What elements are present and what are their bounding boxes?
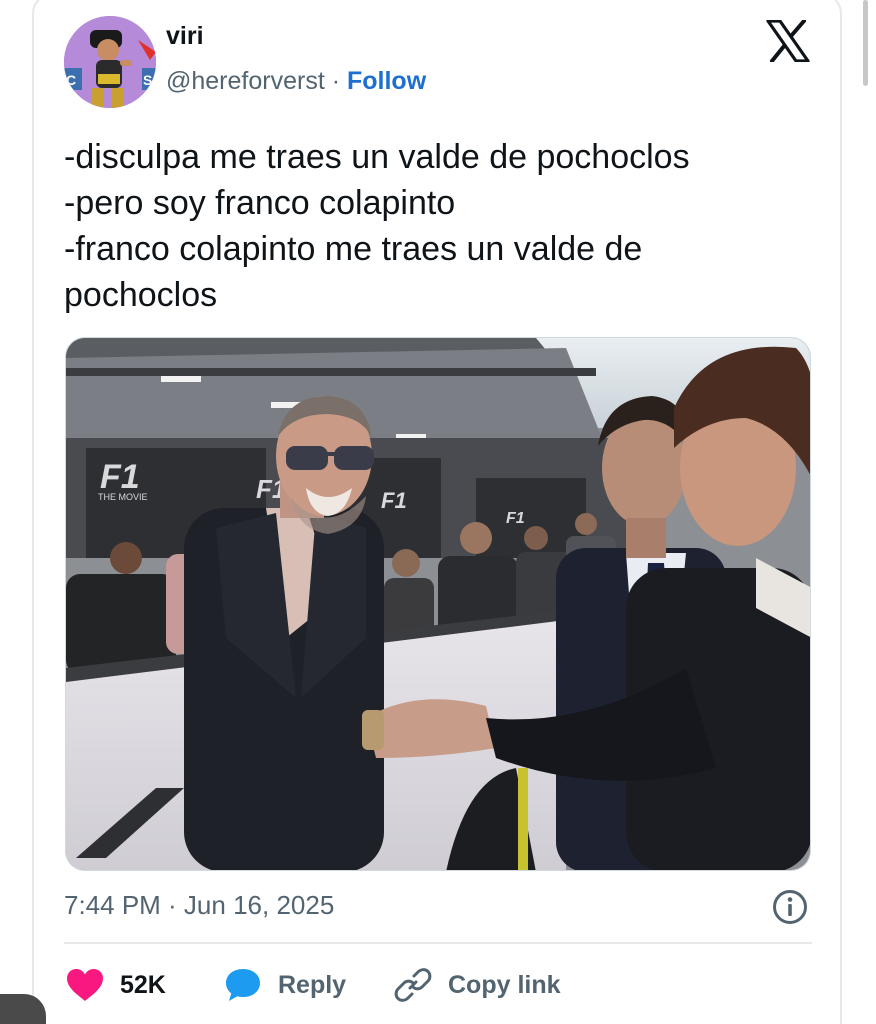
copy-link-button[interactable]: Copy link	[394, 962, 561, 1008]
tweet-media-photo[interactable]: F1 F1 F1 F1 THE MOVIE	[65, 337, 811, 871]
page-scrollbar[interactable]	[863, 0, 868, 86]
photo-illustration: F1 F1 F1 F1 THE MOVIE	[66, 338, 810, 870]
media-logo-text: THE MOVIE	[98, 492, 148, 502]
tweet-line: -disculpa me traes un valde de pochoclos	[64, 138, 690, 176]
handle-separator: ·	[331, 67, 341, 95]
follow-button[interactable]: Follow	[347, 67, 426, 95]
reply-button[interactable]: Reply	[224, 962, 346, 1008]
tweet-line: pochoclos	[64, 276, 218, 314]
svg-text:F1: F1	[506, 510, 525, 527]
card-divider	[64, 942, 812, 944]
copy-link-label: Copy link	[448, 970, 561, 999]
heart-icon	[67, 969, 103, 1001]
reply-label: Reply	[278, 970, 347, 999]
info-icon[interactable]	[772, 889, 808, 925]
author-display-name[interactable]: viri	[166, 22, 204, 51]
tweet-line: -pero soy franco colapinto	[64, 184, 456, 222]
svg-text:F1: F1	[100, 458, 140, 496]
author-avatar[interactable]: C S	[64, 16, 156, 108]
embedded-tweet-page: C S viri @hereforverst · Follow -disculp…	[0, 0, 876, 1024]
like-button[interactable]: 52K	[66, 962, 166, 1008]
author-handle-row: @hereforverst · Follow	[166, 67, 426, 96]
svg-text:F1: F1	[381, 488, 407, 513]
tweet-text: -disculpa me traes un valde de pochoclos…	[64, 134, 804, 318]
tweet-timestamp[interactable]: 7:44 PM · Jun 16, 2025	[64, 890, 334, 921]
tweet-line: -franco colapinto me traes un valde de	[64, 230, 643, 268]
x-logo-icon[interactable]	[766, 20, 810, 62]
reply-bubble-icon	[226, 969, 260, 1001]
like-count: 52K	[120, 970, 166, 999]
link-icon	[394, 968, 432, 1002]
avatar-image: C S	[64, 16, 156, 108]
author-handle[interactable]: @hereforverst	[166, 67, 325, 95]
